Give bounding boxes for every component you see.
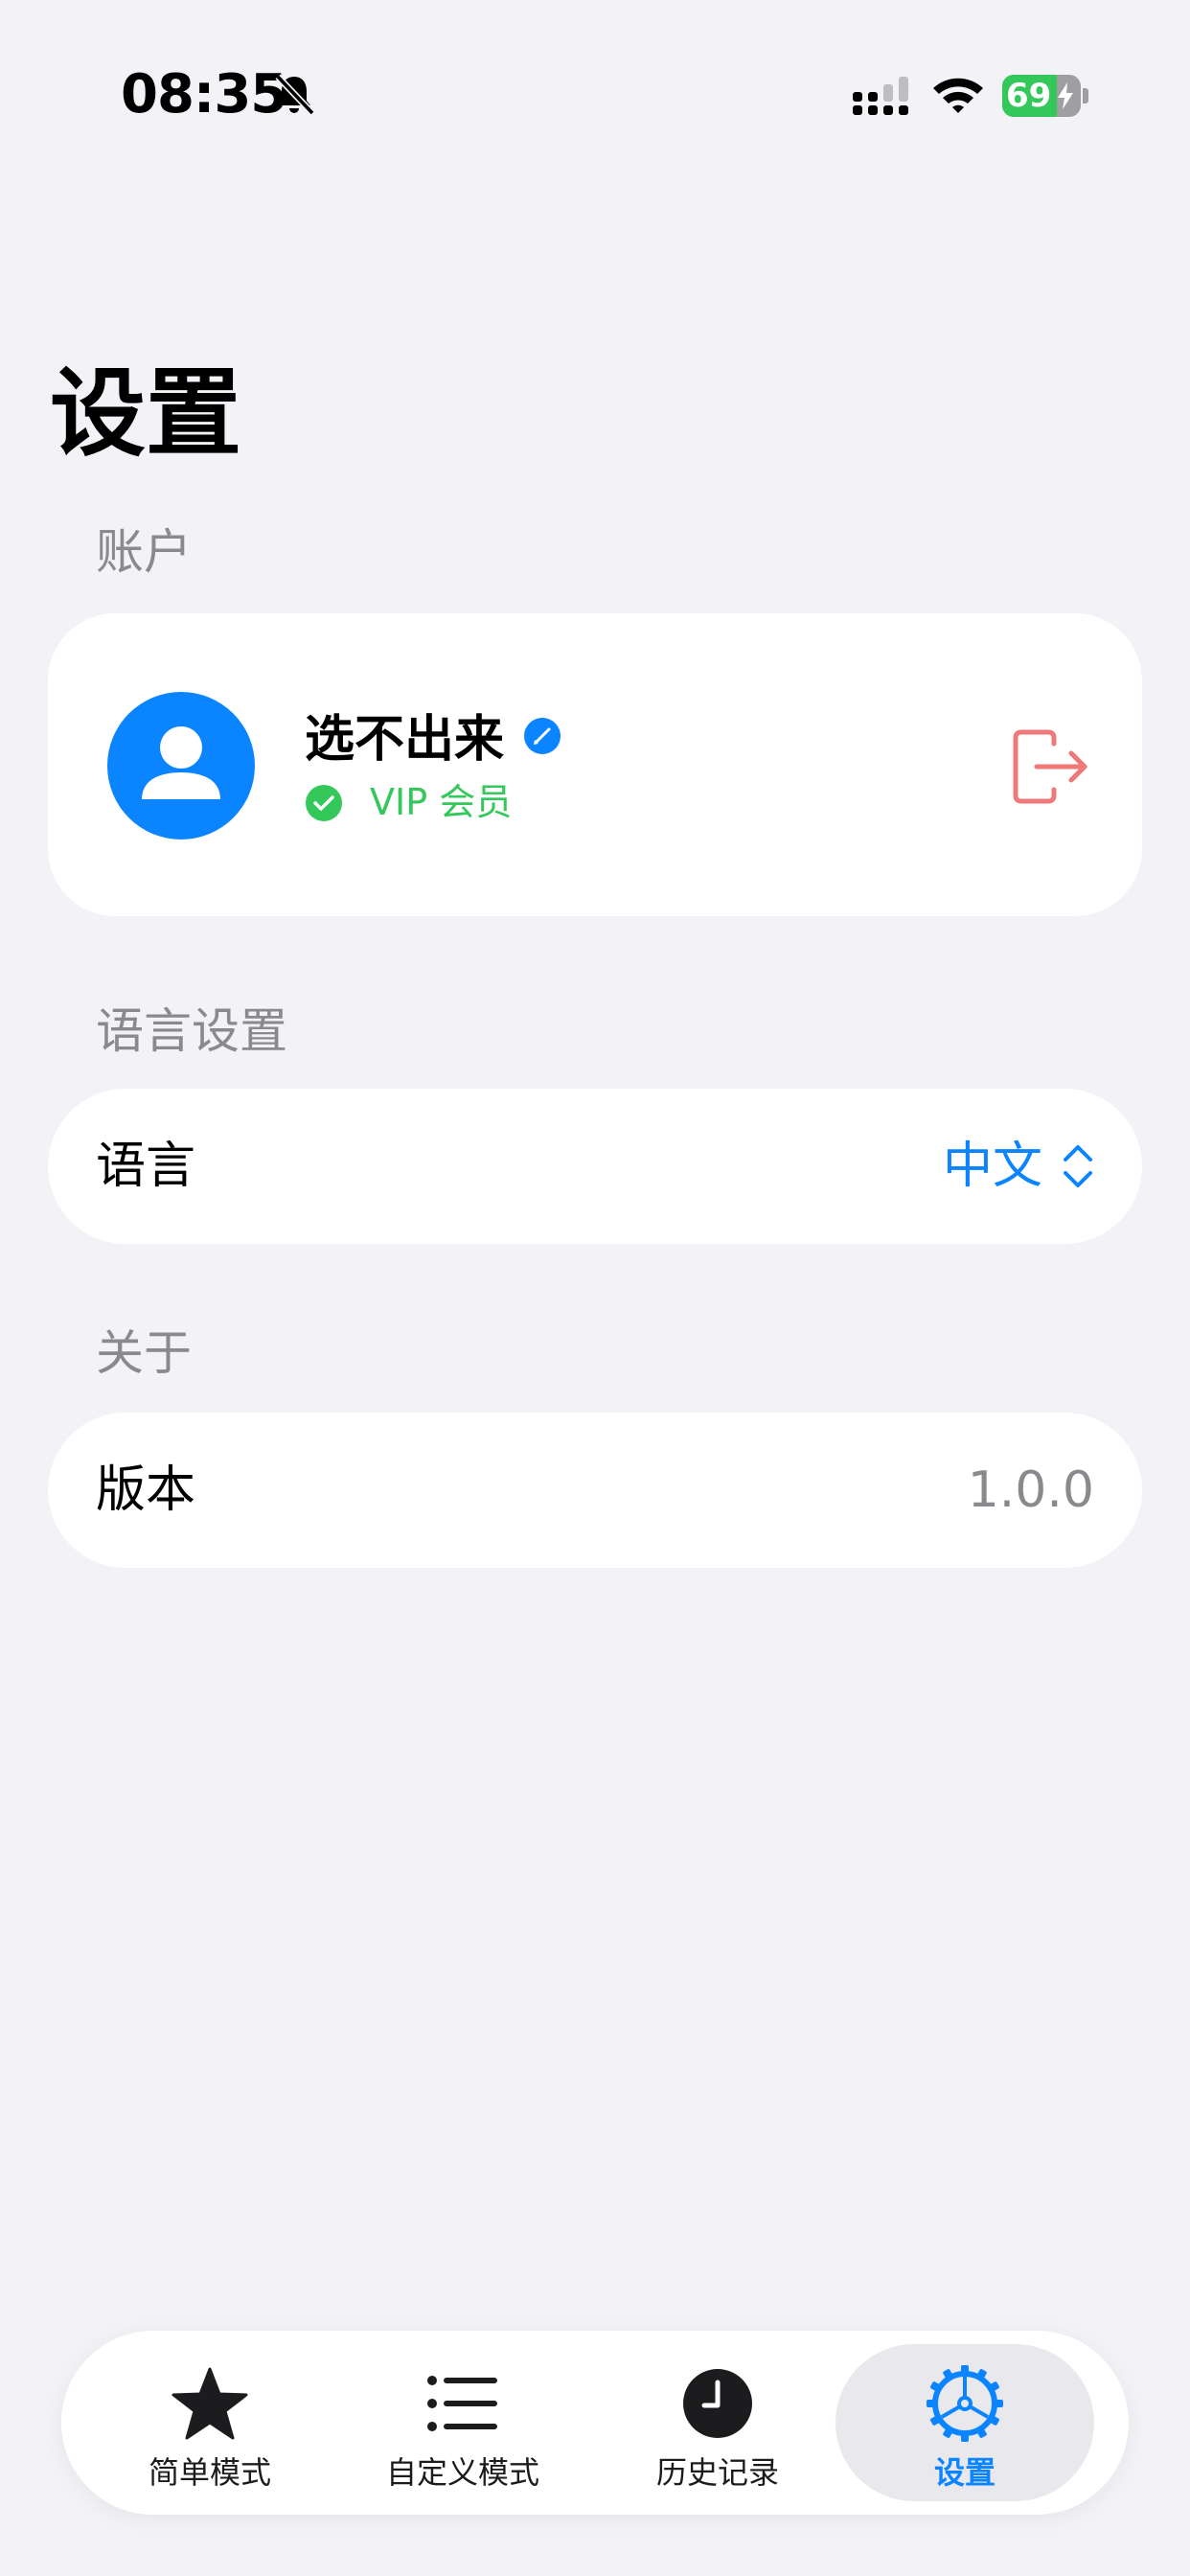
about-section-header: 关于 — [96, 1325, 192, 1381]
tab-bar: 简单模式 自定义模式 历史记录 设置 — [61, 2331, 1129, 2515]
tab-label: 设置 — [933, 2454, 995, 2491]
tab-custom-mode[interactable]: 自定义模式 — [333, 2331, 592, 2515]
check-circle-icon — [306, 785, 342, 821]
star-icon — [172, 2367, 248, 2440]
version-value: 1.0.0 — [967, 1461, 1094, 1519]
wifi-icon — [933, 78, 983, 113]
version-row: 版本 1.0.0 — [48, 1413, 1142, 1568]
settings-screen: 08:35 69 设置 账户 选不出来 VIP 会员 语言设置 语言 中文 关于… — [0, 0, 1190, 2576]
language-row[interactable]: 语言 中文 — [48, 1089, 1142, 1244]
battery-indicator: 69 — [1002, 75, 1088, 117]
language-value[interactable]: 中文 — [943, 1137, 1042, 1196]
tab-history[interactable]: 历史记录 — [588, 2331, 847, 2515]
logout-icon[interactable] — [1010, 726, 1090, 807]
tab-label: 简单模式 — [148, 2454, 271, 2491]
status-time: 08:35 — [121, 63, 287, 126]
signal-icon — [853, 77, 908, 115]
edit-pencil-icon[interactable] — [523, 717, 561, 755]
vip-label: VIP 会员 — [370, 781, 513, 823]
tab-label: 自定义模式 — [385, 2454, 539, 2491]
gear-icon — [927, 2365, 1003, 2442]
chevron-updown-icon[interactable] — [1062, 1142, 1094, 1190]
battery-level: 69 — [1006, 77, 1052, 115]
charging-bolt-icon — [1058, 82, 1073, 109]
bell-slash-icon — [275, 74, 315, 116]
person-avatar-icon — [142, 726, 220, 799]
avatar[interactable] — [107, 692, 255, 840]
tab-simple-mode[interactable]: 简单模式 — [80, 2331, 339, 2515]
tab-settings[interactable]: 设置 — [835, 2344, 1094, 2501]
battery-tip — [1083, 88, 1088, 104]
account-section-header: 账户 — [96, 524, 192, 580]
list-icon — [427, 2376, 497, 2431]
clock-icon — [683, 2369, 752, 2438]
tab-label: 历史记录 — [655, 2454, 779, 2491]
account-card[interactable]: 选不出来 VIP 会员 — [48, 613, 1142, 916]
language-section-header: 语言设置 — [96, 1003, 287, 1059]
status-bar: 08:35 69 — [0, 0, 1190, 192]
language-label: 语言 — [96, 1138, 196, 1195]
page-title: 设置 — [50, 357, 241, 470]
battery-body: 69 — [1002, 75, 1081, 117]
version-label: 版本 — [96, 1461, 196, 1519]
username: 选不出来 — [305, 711, 505, 769]
